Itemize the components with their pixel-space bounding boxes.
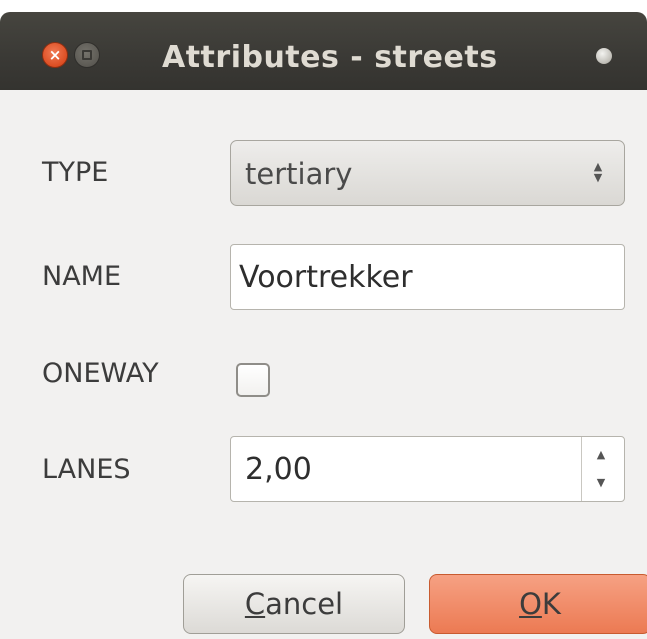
- type-selected-value: tertiary: [245, 157, 353, 191]
- lanes-spinbox[interactable]: 2,00 ▲ ▼: [230, 436, 625, 502]
- window-title: Attributes - streets: [162, 40, 498, 75]
- ok-mnemonic: O: [519, 587, 542, 621]
- lanes-increment-button[interactable]: ▲: [594, 449, 608, 460]
- name-field[interactable]: Voortrekker: [230, 244, 625, 310]
- spinbox-divider: [581, 437, 582, 501]
- down-arrow-icon: ▼: [593, 171, 603, 184]
- down-arrow-icon: ▼: [596, 476, 606, 489]
- window-menu-icon[interactable]: [596, 48, 612, 64]
- ok-label-rest: K: [541, 587, 561, 621]
- type-label: TYPE: [42, 157, 109, 188]
- lanes-label: LANES: [42, 454, 131, 485]
- name-field-value: Voortrekker: [239, 260, 413, 295]
- type-combobox[interactable]: tertiary ▲ ▼: [230, 140, 625, 206]
- close-icon: ×: [48, 46, 62, 64]
- cancel-mnemonic: C: [244, 587, 266, 621]
- lanes-decrement-button[interactable]: ▼: [594, 477, 608, 488]
- oneway-label: ONEWAY: [42, 358, 159, 389]
- up-arrow-icon: ▲: [596, 448, 606, 461]
- lanes-value: 2,00: [245, 452, 312, 487]
- name-label: NAME: [42, 261, 122, 292]
- title-bar: × Attributes - streets: [0, 12, 647, 90]
- cancel-button[interactable]: Cancel: [183, 574, 405, 634]
- oneway-checkbox[interactable]: [236, 363, 270, 397]
- minimize-icon: [82, 50, 92, 60]
- combo-arrows: ▲ ▼: [591, 161, 605, 183]
- close-button[interactable]: ×: [42, 42, 68, 68]
- minimize-button[interactable]: [74, 42, 100, 68]
- cancel-label-rest: ancel: [265, 587, 344, 621]
- ok-button[interactable]: OK: [429, 574, 647, 634]
- attributes-dialog: × Attributes - streets TYPE tertiary ▲ ▼…: [0, 0, 647, 639]
